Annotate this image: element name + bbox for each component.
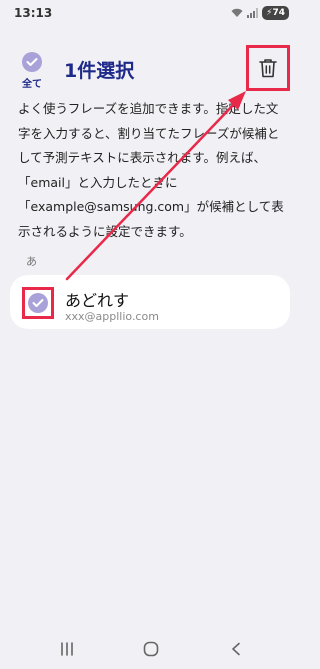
signal-icon [247, 8, 259, 18]
trash-icon [259, 59, 277, 78]
delete-button[interactable] [246, 45, 290, 91]
navigation-bar [0, 630, 301, 669]
select-all-toggle[interactable]: 全て [18, 52, 46, 90]
page-title: 1件選択 [64, 60, 135, 82]
section-header: あ [26, 255, 37, 268]
home-icon [143, 641, 159, 657]
status-icons: ⚡74 [231, 6, 289, 20]
item-checkbox[interactable] [22, 287, 54, 319]
select-all-check-icon [22, 52, 42, 72]
description-text: よく使うフレーズを追加できます。指定した文字を入力すると、割り当てたフレーズが候… [18, 101, 284, 239]
home-button[interactable] [136, 638, 166, 660]
select-all-label: 全て [22, 79, 42, 90]
status-time: 13:13 [14, 6, 53, 20]
back-icon [232, 642, 240, 656]
status-bar: 13:13 ⚡74 [0, 0, 301, 26]
wifi-icon [231, 8, 243, 17]
battery-icon: ⚡74 [262, 6, 289, 20]
recent-apps-button[interactable] [52, 638, 82, 660]
battery-level: 74 [272, 8, 285, 18]
back-button[interactable] [221, 638, 251, 660]
phrase-text: あどれす [65, 291, 130, 310]
item-check-icon [28, 293, 48, 313]
recent-apps-icon [61, 642, 73, 656]
phrase-shortcut-text: xxx@appllio.com [65, 310, 159, 323]
list-item[interactable]: あどれす xxx@appllio.com [10, 275, 290, 329]
